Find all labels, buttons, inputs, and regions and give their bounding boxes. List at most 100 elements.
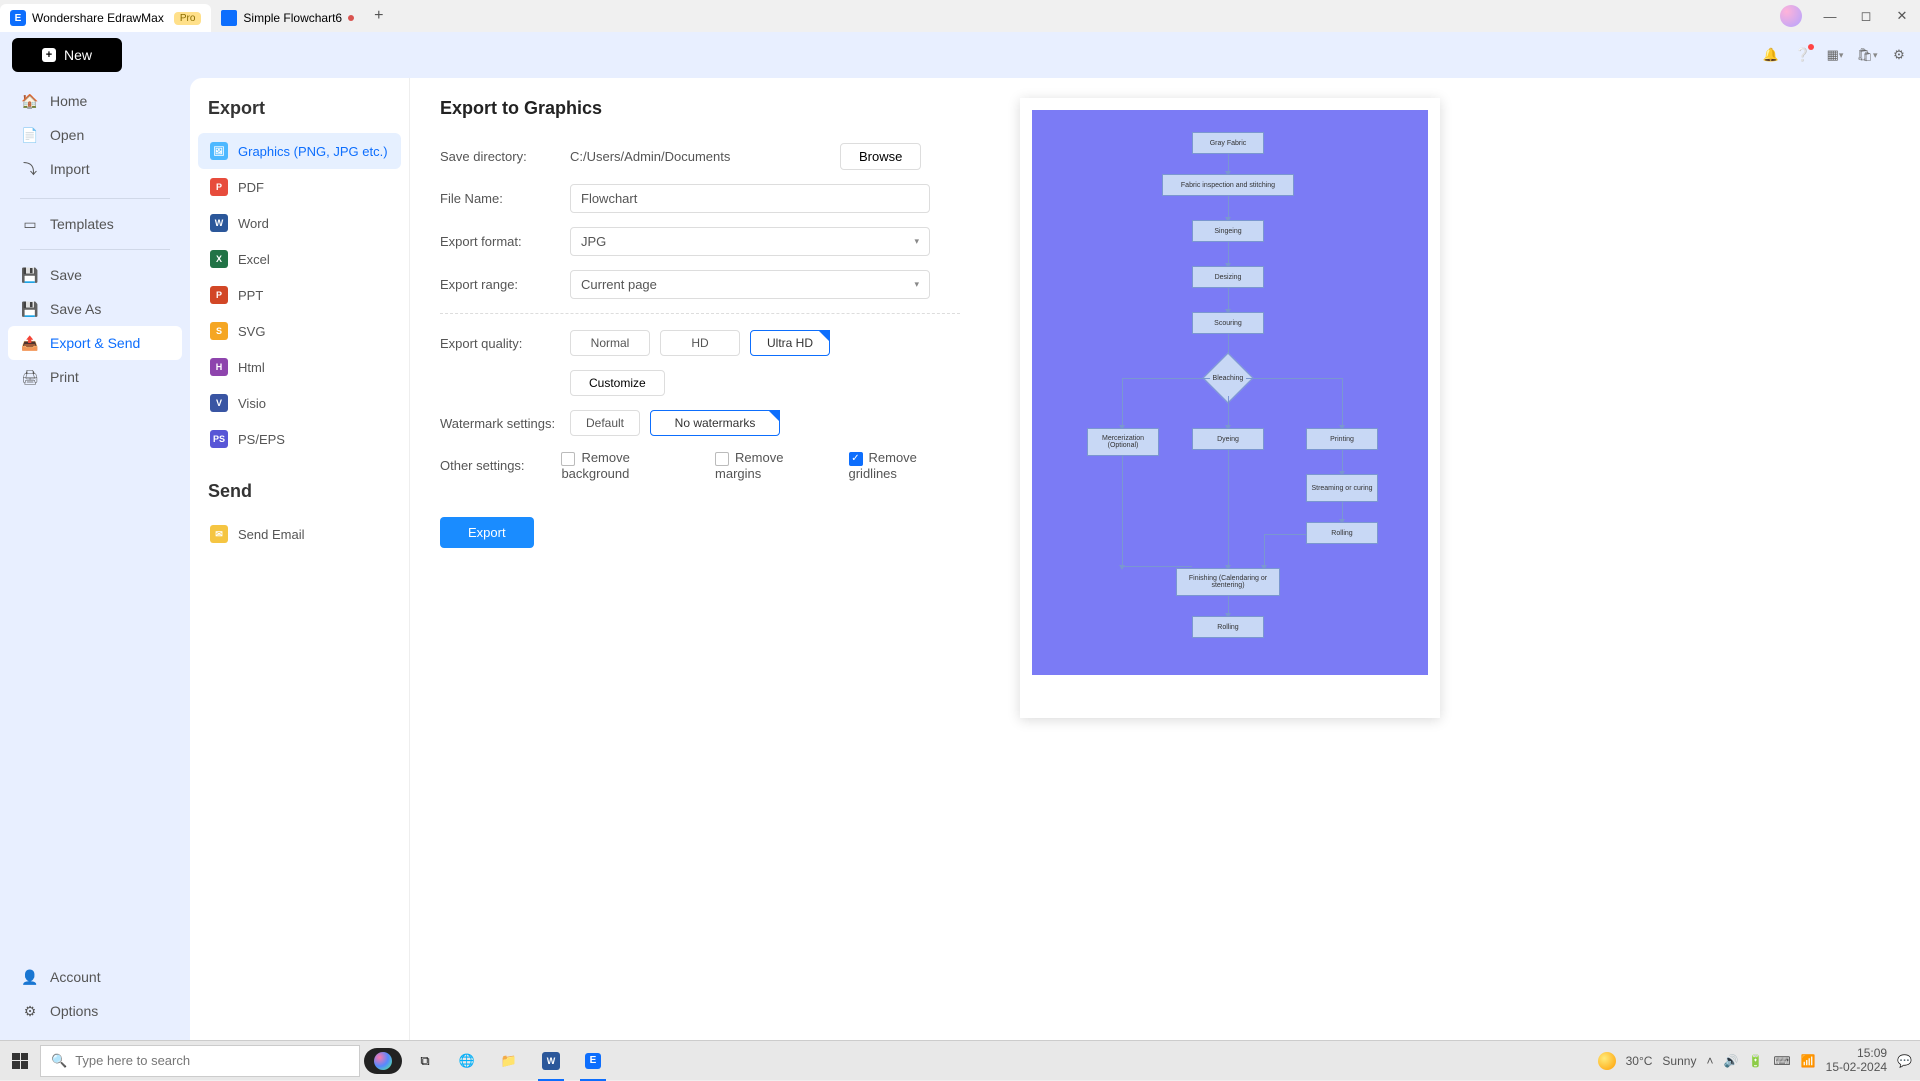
- export-visio[interactable]: VVisio: [198, 385, 401, 421]
- tray-chevron-up-icon[interactable]: ˄: [1706, 1054, 1713, 1068]
- taskbar-word[interactable]: W: [532, 1041, 570, 1081]
- save-dir-label: Save directory:: [440, 149, 570, 164]
- edge-icon: 🌐: [459, 1053, 475, 1069]
- nav-templates[interactable]: ▭Templates: [8, 207, 182, 241]
- send-email[interactable]: ✉ Send Email: [198, 516, 401, 552]
- apps-icon[interactable]: ▦▾: [1826, 46, 1844, 64]
- minimize-button[interactable]: —: [1812, 0, 1848, 32]
- export-ppt[interactable]: PPPT: [198, 277, 401, 313]
- store-icon[interactable]: 🛍▾: [1858, 46, 1876, 64]
- export-icon: 📤: [22, 335, 38, 351]
- watermark-default[interactable]: Default: [570, 410, 640, 436]
- document-icon: [221, 10, 237, 26]
- customize-button[interactable]: Customize: [570, 370, 665, 396]
- taskbar-edge[interactable]: 🌐: [448, 1041, 486, 1081]
- taskbar-copilot[interactable]: [364, 1041, 402, 1081]
- taskbar-explorer[interactable]: 📁: [490, 1041, 528, 1081]
- bell-icon[interactable]: 🔔: [1762, 46, 1780, 64]
- browse-button[interactable]: Browse: [840, 143, 921, 170]
- nav-print-label: Print: [50, 369, 79, 385]
- remove-bg-checkbox[interactable]: Remove background: [561, 450, 691, 481]
- range-select[interactable]: Current page▾: [570, 270, 930, 299]
- start-button[interactable]: [0, 1041, 40, 1081]
- tray-battery-icon[interactable]: 🔋: [1748, 1054, 1763, 1068]
- tray-notifications-icon[interactable]: 💬: [1897, 1054, 1912, 1068]
- remove-gridlines-checkbox[interactable]: ✓Remove gridlines: [849, 450, 961, 481]
- export-svg[interactable]: SSVG: [198, 313, 401, 349]
- export-word[interactable]: WWord: [198, 205, 401, 241]
- tray-temp[interactable]: 30°C: [1626, 1054, 1653, 1068]
- close-button[interactable]: ✕: [1884, 0, 1920, 32]
- user-avatar[interactable]: [1780, 5, 1802, 27]
- export-pseps[interactable]: PSPS/EPS: [198, 421, 401, 457]
- save-as-icon: 💾: [22, 301, 38, 317]
- nav-save-as[interactable]: 💾Save As: [8, 292, 182, 326]
- nav-export-send-label: Export & Send: [50, 335, 140, 351]
- app-tab[interactable]: E Wondershare EdrawMax Pro: [0, 4, 211, 32]
- flowchart-node: Rolling: [1192, 616, 1264, 638]
- export-form: Export to Graphics Save directory: C:/Us…: [410, 78, 990, 1040]
- left-sidebar: 🏠Home 📄Open ⤵ Import ▭Templates 💾Save 💾Sa…: [0, 78, 190, 1040]
- edrawmax-icon: E: [10, 10, 26, 26]
- quality-normal[interactable]: Normal: [570, 330, 650, 356]
- nav-account[interactable]: 👤 Account: [8, 960, 182, 994]
- filename-label: File Name:: [440, 191, 570, 206]
- weather-icon: [1598, 1052, 1616, 1070]
- export-word-label: Word: [238, 216, 269, 231]
- watermark-none[interactable]: No watermarks: [650, 410, 780, 436]
- account-icon: 👤: [22, 969, 38, 985]
- pro-badge: Pro: [174, 12, 202, 25]
- quality-hd[interactable]: HD: [660, 330, 740, 356]
- form-title: Export to Graphics: [440, 98, 960, 119]
- nav-account-label: Account: [50, 969, 101, 985]
- nav-import[interactable]: ⤵ Import: [8, 152, 182, 186]
- quality-ultra-hd[interactable]: Ultra HD: [750, 330, 830, 356]
- filename-input[interactable]: [570, 184, 930, 213]
- export-pseps-label: PS/EPS: [238, 432, 285, 447]
- copilot-icon: [374, 1052, 392, 1070]
- send-email-label: Send Email: [238, 527, 304, 542]
- remove-margins-checkbox[interactable]: Remove margins: [715, 450, 824, 481]
- format-label: Export format:: [440, 234, 570, 249]
- import-icon: ⤵: [22, 161, 38, 177]
- taskbar-taskview[interactable]: ⧉: [406, 1041, 444, 1081]
- export-html[interactable]: HHtml: [198, 349, 401, 385]
- folder-icon: 📁: [501, 1053, 517, 1069]
- taskbar-search[interactable]: 🔍Type here to search: [40, 1045, 360, 1077]
- other-label: Other settings:: [440, 458, 561, 473]
- new-button[interactable]: + New: [12, 38, 122, 72]
- tray-clock[interactable]: 15:09 15-02-2024: [1826, 1047, 1887, 1073]
- search-icon: 🔍: [51, 1053, 67, 1069]
- nav-import-label: Import: [50, 161, 90, 177]
- new-tab-button[interactable]: +: [364, 7, 393, 25]
- export-excel[interactable]: XExcel: [198, 241, 401, 277]
- titlebar: E Wondershare EdrawMax Pro Simple Flowch…: [0, 0, 1920, 32]
- format-select[interactable]: JPG▾: [570, 227, 930, 256]
- tray-volume-icon[interactable]: 🔊: [1723, 1054, 1738, 1068]
- nav-home[interactable]: 🏠Home: [8, 84, 182, 118]
- html-icon: H: [210, 358, 228, 376]
- maximize-button[interactable]: ◻: [1848, 0, 1884, 32]
- settings-icon[interactable]: ⚙: [1890, 46, 1908, 64]
- taskbar-edrawmax[interactable]: E: [574, 1041, 612, 1081]
- email-icon: ✉: [210, 525, 228, 543]
- nav-options[interactable]: ⚙Options: [8, 994, 182, 1028]
- nav-save[interactable]: 💾Save: [8, 258, 182, 292]
- export-pdf[interactable]: PPDF: [198, 169, 401, 205]
- export-button[interactable]: Export: [440, 517, 534, 548]
- nav-open-label: Open: [50, 127, 84, 143]
- tray-weather[interactable]: Sunny: [1662, 1054, 1696, 1068]
- export-graphics[interactable]: 🖼Graphics (PNG, JPG etc.): [198, 133, 401, 169]
- nav-open[interactable]: 📄Open: [8, 118, 182, 152]
- save-dir-value: C:/Users/Admin/Documents: [570, 149, 830, 164]
- help-icon[interactable]: ❔: [1794, 46, 1812, 64]
- tray-input-icon[interactable]: ⌨: [1773, 1054, 1790, 1068]
- tray-wifi-icon[interactable]: 📶: [1801, 1054, 1816, 1068]
- gear-icon: ⚙: [22, 1003, 38, 1019]
- flowchart-node: Scouring: [1192, 312, 1264, 334]
- nav-export-send[interactable]: 📤 Export & Send: [8, 326, 182, 360]
- document-tab[interactable]: Simple Flowchart6: [211, 4, 364, 32]
- flowchart-node: Streaming or curing: [1306, 474, 1378, 502]
- nav-print[interactable]: 🖨Print: [8, 360, 182, 394]
- nav-home-label: Home: [50, 93, 87, 109]
